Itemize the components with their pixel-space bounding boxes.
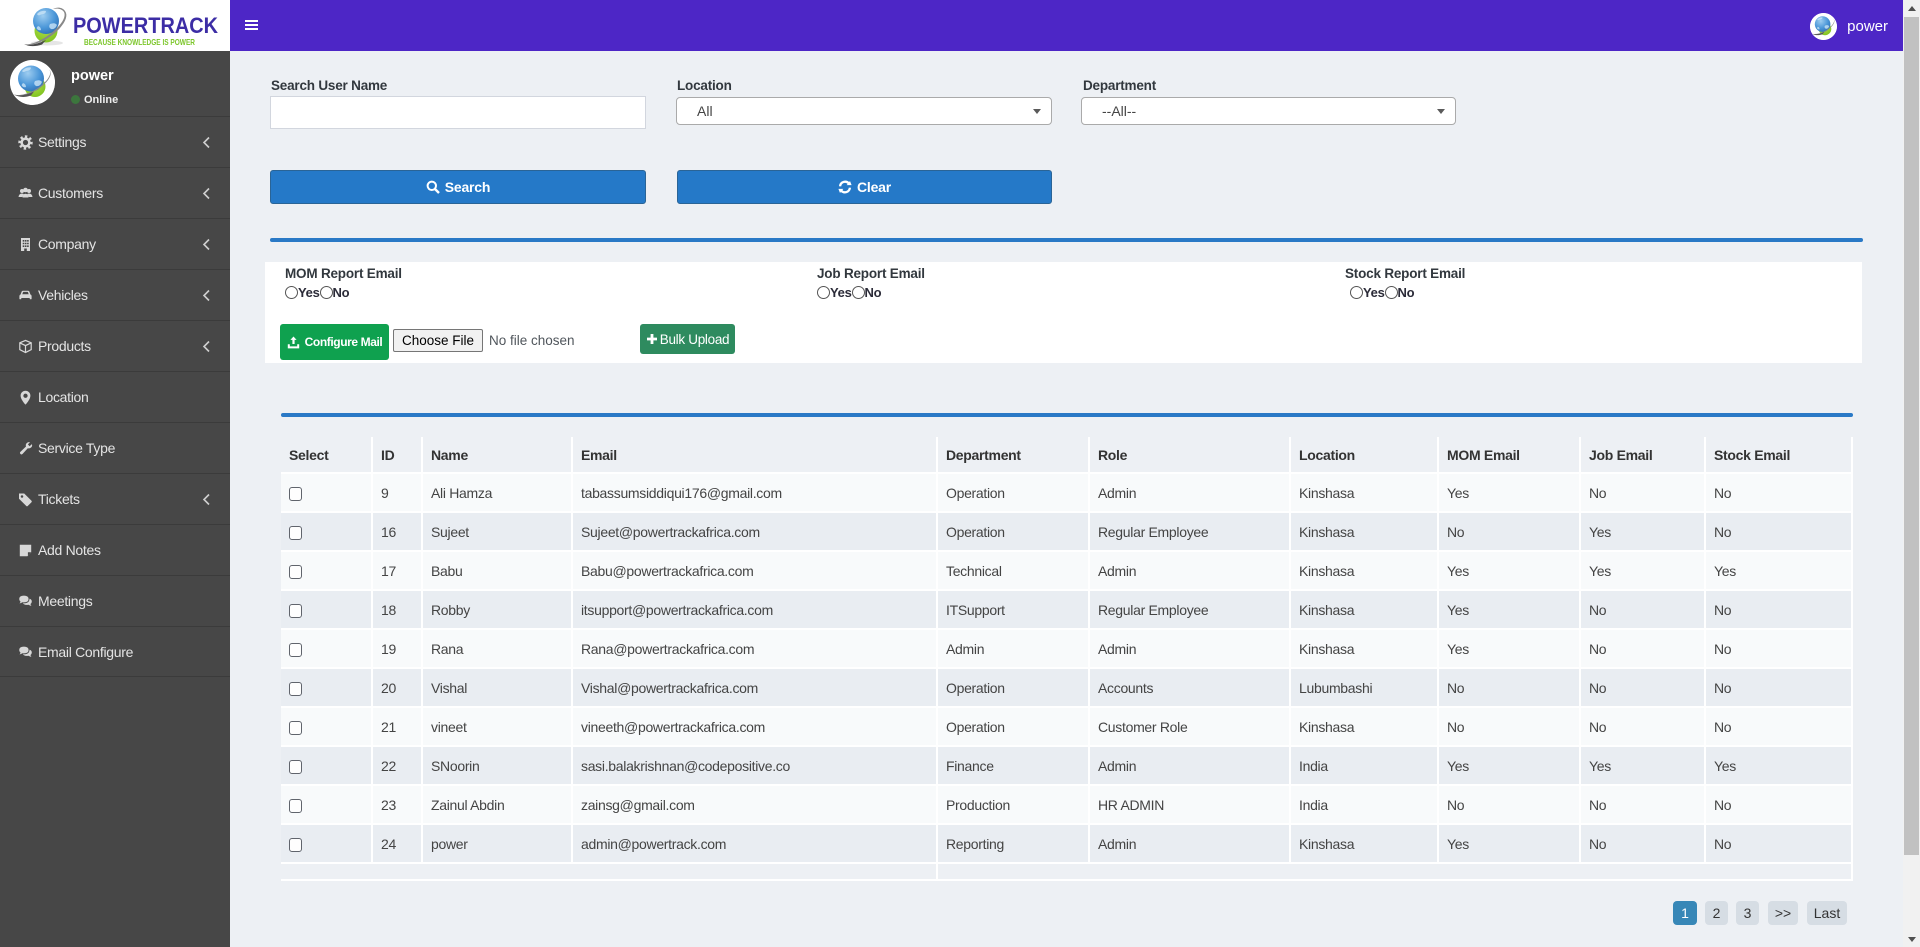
svg-text:POWERTRACK: POWERTRACK (73, 13, 218, 38)
svg-text:BECAUSE KNOWLEDGE IS POWER: BECAUSE KNOWLEDGE IS POWER (84, 37, 195, 47)
